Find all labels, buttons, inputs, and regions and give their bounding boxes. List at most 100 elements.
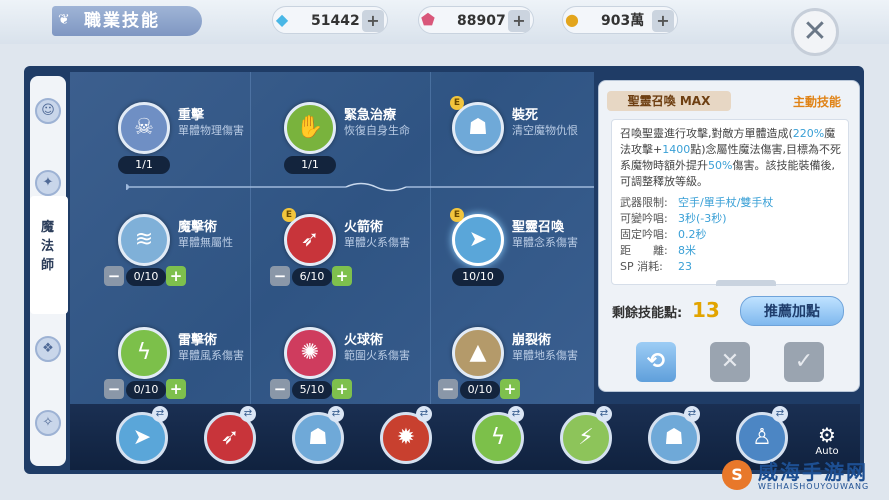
crystal-value: 88907	[457, 13, 506, 29]
desc-highlight: 50%	[708, 159, 733, 172]
skill-lightning-bolt[interactable]: ϟ 雷擊術 單體風系傷害 − 0/10 +	[104, 327, 288, 404]
skill-name: 魔擊術	[178, 220, 218, 235]
add-zeny-button[interactable]: +	[652, 10, 674, 32]
skill-name: 火球術	[344, 333, 384, 348]
attr-value: 23	[678, 260, 692, 273]
cancel-button[interactable]: ✕	[710, 342, 750, 382]
equip-badge-icon: E	[282, 208, 296, 222]
lightning-bolt-icon: ϟ	[118, 327, 170, 379]
attr-sp: SP 消耗: 23	[620, 258, 692, 274]
watermark: S 威海手游网 WEIHAISHOUYOUWANG	[722, 456, 886, 498]
skill-desc: 清空魔物仇恨	[512, 124, 578, 137]
watermark-logo-icon: S	[722, 460, 752, 490]
attr-fixed-cast: 固定吟唱: 0.2秒	[620, 226, 707, 242]
sidebar-novice-icon[interactable]: ☺	[35, 98, 61, 124]
attr-key: 固定吟唱:	[620, 228, 668, 241]
detail-title: 聖靈召喚 MAX	[607, 91, 731, 111]
equip-badge-icon: E	[450, 208, 464, 222]
sidebar-advanced-icon[interactable]: ❖	[35, 336, 61, 362]
attr-value: 0.2秒	[678, 228, 707, 241]
wing-icon: ❦	[58, 12, 70, 28]
level-up-button[interactable]: +	[332, 266, 352, 286]
level-up-button[interactable]: +	[332, 379, 352, 399]
close-button[interactable]: ✕	[791, 8, 839, 56]
green-hand-icon: ✋	[284, 102, 336, 154]
level-down-button[interactable]: −	[104, 266, 124, 286]
recommend-points-button[interactable]: 推薦加點	[740, 296, 844, 326]
skill-holy-summon[interactable]: ➤ E 聖靈召喚 單體念系傷害 10/10	[450, 208, 594, 294]
swap-icon: ⇄	[596, 406, 612, 422]
confirm-button[interactable]: ✓	[784, 342, 824, 382]
level-up-button[interactable]: +	[166, 266, 186, 286]
skill-name: 聖靈召喚	[512, 220, 565, 235]
add-diamond-button[interactable]: +	[362, 10, 384, 32]
sidebar-class-icon[interactable]: ✦	[35, 170, 61, 196]
skill-desc: 範圍火系傷害	[344, 349, 410, 362]
currency-diamond: ◆ 51442 +	[272, 6, 388, 34]
sidebar-class-label: 魔法師	[41, 220, 55, 273]
skill-name: 崩裂術	[512, 333, 552, 348]
skill-play-dead[interactable]: ☗ E 裝死 清空魔物仇恨	[450, 96, 594, 182]
skill-desc: 單體火系傷害	[344, 236, 410, 249]
skill-name: 雷擊術	[178, 333, 218, 348]
detail-description-box[interactable]: 召喚聖靈進行攻擊,對敵方單體造成(220%魔法攻擊+1400點)念屬性魔法傷害,…	[611, 119, 849, 286]
skill-name: 重擊	[178, 108, 205, 123]
sidebar-rebirth-icon[interactable]: ✧	[35, 410, 61, 436]
skill-level: 0/10	[126, 381, 166, 399]
level-up-button[interactable]: +	[166, 379, 186, 399]
skill-level: 10/10	[452, 268, 504, 286]
swap-icon: ⇄	[152, 406, 168, 422]
attr-key: 距 離:	[620, 244, 668, 257]
swap-icon: ⇄	[328, 406, 344, 422]
attr-key: 可變吟唱:	[620, 212, 668, 225]
swap-icon: ⇄	[508, 406, 524, 422]
ornament-divider	[126, 182, 594, 192]
skill-level: 1/1	[118, 156, 170, 174]
zeny-coin-icon: ●	[565, 10, 579, 29]
attr-value: 空手/單手杖/雙手杖	[678, 196, 774, 209]
skill-soul-strike[interactable]: ≋ 魔擊術 單體無屬性 − 0/10 +	[104, 214, 288, 294]
swap-icon: ⇄	[684, 406, 700, 422]
swap-icon: ⇄	[772, 406, 788, 422]
skill-tree-panel: ☠ 重擊 單體物理傷害 1/1 ✋ 緊急治療 恢復自身生命 1/1 ☗ E 裝死…	[70, 72, 594, 404]
desc-highlight: 220%	[792, 127, 825, 140]
skill-desc: 單體風系傷害	[178, 349, 244, 362]
skill-points-label: 剩餘技能點:	[612, 306, 683, 321]
skill-earth-spike[interactable]: ▲ 崩裂術 單體地系傷害 − 0/10 +	[438, 327, 594, 404]
attr-value: 3秒(-3秒)	[678, 212, 727, 225]
attr-var-cast: 可變吟唱: 3秒(-3秒)	[620, 210, 727, 226]
playdead-icon: ☗	[452, 102, 504, 154]
level-down-button[interactable]: −	[270, 379, 290, 399]
earth-spike-icon: ▲	[452, 327, 504, 379]
soul-strike-icon: ≋	[118, 214, 170, 266]
holy-summon-icon: ➤	[452, 214, 504, 266]
skill-level: 1/1	[284, 156, 336, 174]
level-up-button[interactable]: +	[500, 379, 520, 399]
diamond-value: 51442	[311, 13, 360, 29]
upgrade-effect-tab[interactable]	[716, 280, 776, 286]
skill-first-aid[interactable]: ✋ 緊急治療 恢復自身生命 1/1	[284, 102, 454, 182]
level-down-button[interactable]: −	[270, 266, 290, 286]
detail-description: 召喚聖靈進行攻擊,對敵方單體造成(220%魔法攻擊+1400點)念屬性魔法傷害,…	[620, 126, 842, 190]
desc-text: 召喚聖靈進行攻擊,對敵方單體造成(	[620, 127, 793, 140]
skill-name: 裝死	[512, 108, 539, 123]
swap-icon: ⇄	[240, 406, 256, 422]
skill-bash[interactable]: ☠ 重擊 單體物理傷害 1/1	[118, 102, 288, 182]
skill-fire-bolt[interactable]: ➶ E 火箭術 單體火系傷害 − 6/10 +	[270, 208, 454, 294]
add-crystal-button[interactable]: +	[508, 10, 530, 32]
currency-crystal: ⬟ 88907 +	[418, 6, 534, 34]
skill-desc: 單體物理傷害	[178, 124, 244, 137]
attr-value: 8米	[678, 244, 696, 257]
skill-desc: 單體念系傷害	[512, 236, 578, 249]
level-down-button[interactable]: −	[438, 379, 458, 399]
skill-level: 0/10	[460, 381, 500, 399]
zeny-value: 903萬	[601, 13, 645, 29]
reset-button[interactable]: ⟲	[636, 342, 676, 382]
page-title: 職業技能	[52, 6, 202, 36]
skill-desc: 單體無屬性	[178, 236, 233, 249]
attr-weapon: 武器限制: 空手/單手杖/雙手杖	[620, 194, 773, 210]
detail-type: 主動技能	[792, 95, 841, 109]
watermark-subtext: WEIHAISHOUYOUWANG	[758, 482, 870, 491]
level-down-button[interactable]: −	[104, 379, 124, 399]
skill-fireball[interactable]: ✺ 火球術 範圍火系傷害 − 5/10 +	[270, 327, 454, 404]
